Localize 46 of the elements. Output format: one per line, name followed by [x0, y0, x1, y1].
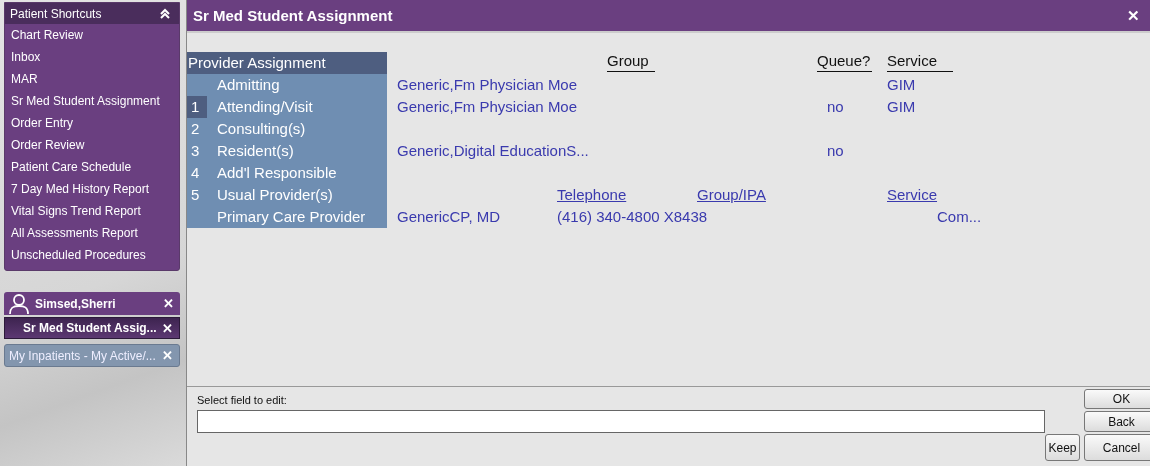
- queue-value: no: [826, 97, 845, 117]
- edit-field[interactable]: [197, 410, 1045, 433]
- row-number[interactable]: 1: [187, 96, 207, 118]
- service-value: GIM: [887, 97, 917, 117]
- shortcut-link[interactable]: Chart Review: [5, 24, 179, 46]
- collapse-icon[interactable]: [159, 7, 171, 20]
- service-value: GIM: [887, 75, 917, 95]
- column-link[interactable]: Telephone: [557, 184, 627, 206]
- ok-button[interactable]: OK: [1084, 389, 1150, 409]
- activity-tab[interactable]: Sr Med Student Assig... ✕: [4, 317, 180, 339]
- shortcut-link[interactable]: Inbox: [5, 46, 179, 68]
- column-link[interactable]: Service: [887, 184, 938, 206]
- service-value: Com...: [937, 207, 983, 227]
- patient-tab[interactable]: Simsed,Sherri ✕: [4, 292, 180, 315]
- shortcut-link[interactable]: All Assessments Report: [5, 222, 179, 244]
- queue-value: no: [826, 141, 845, 161]
- close-icon[interactable]: ✕: [1127, 6, 1140, 25]
- patient-name: Simsed,Sherri: [35, 296, 117, 311]
- column-header[interactable]: Service: [887, 52, 954, 72]
- row-number-cell[interactable]: [187, 74, 207, 96]
- column-link[interactable]: Group/IPA: [697, 184, 766, 206]
- person-icon: [8, 293, 30, 314]
- provider-name[interactable]: Generic,Fm Physician Moe: [397, 74, 697, 96]
- shortcut-link[interactable]: Order Entry: [5, 112, 179, 134]
- keep-button[interactable]: Keep: [1045, 434, 1080, 461]
- close-icon[interactable]: ✕: [163, 296, 174, 311]
- shortcut-link[interactable]: MAR: [5, 68, 179, 90]
- shortcut-link[interactable]: Sr Med Student Assignment: [5, 90, 179, 112]
- panel-title: Patient Shortcuts: [10, 6, 102, 21]
- shortcut-link[interactable]: Vital Signs Trend Report: [5, 200, 179, 222]
- phone-number: (416) 340-4800 X8438: [557, 207, 709, 227]
- column-header[interactable]: Queue?: [817, 52, 873, 72]
- field-label: Select field to edit:: [197, 394, 288, 408]
- close-icon[interactable]: ✕: [162, 320, 173, 336]
- shortcut-link[interactable]: Unscheduled Procedures: [5, 244, 179, 266]
- provider-name[interactable]: GenericCP, MD: [397, 206, 557, 228]
- shortcut-link[interactable]: Patient Care Schedule: [5, 156, 179, 178]
- column-header[interactable]: Group: [607, 52, 655, 72]
- back-button[interactable]: Back: [1084, 411, 1150, 432]
- section-header: Provider Assignment: [187, 52, 387, 74]
- provider-name[interactable]: Generic,Digital EducationS...: [397, 140, 697, 162]
- provider-name[interactable]: Generic,Fm Physician Moe: [397, 96, 697, 118]
- cancel-button[interactable]: Cancel: [1084, 434, 1150, 461]
- shortcut-link[interactable]: 7 Day Med History Report: [5, 178, 179, 200]
- window-title: Sr Med Student Assignment: [193, 7, 393, 24]
- shortcut-link[interactable]: Order Review: [5, 134, 179, 156]
